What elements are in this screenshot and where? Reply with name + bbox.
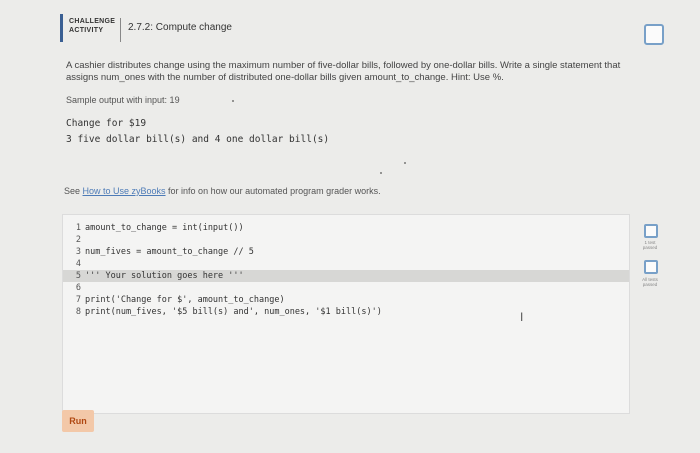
problem-statement: A cashier distributes change using the m… — [66, 60, 621, 83]
test-status-label: All tests passed — [642, 277, 658, 287]
test-checkbox-icon — [644, 260, 658, 274]
code-line[interactable]: 8 print(num_fives, '$5 bill(s) and', num_… — [63, 306, 629, 318]
run-button[interactable]: Run — [62, 410, 94, 432]
sample-output-line: 3 five dollar bill(s) and 4 one dollar b… — [66, 134, 330, 145]
code-line-editable[interactable]: 5 ''' Your solution goes here ''' — [63, 270, 629, 282]
completion-checkbox-icon — [644, 24, 664, 45]
speck — [232, 100, 234, 102]
code-line[interactable]: 6 — [63, 282, 629, 294]
speck — [380, 172, 382, 174]
badge-line2: ACTIVITY — [69, 27, 104, 34]
test-status-label: 1 test passed — [642, 240, 658, 250]
code-line[interactable]: 3 num_fives = amount_to_change // 5 — [63, 246, 629, 258]
activity-title: 2.7.2: Compute change — [128, 22, 232, 33]
how-to-use-zybooks-link[interactable]: How to Use zyBooks — [83, 186, 166, 196]
text-cursor-icon: I — [520, 310, 524, 324]
sample-output-line: Change for $19 — [66, 118, 147, 129]
sample-output-block: Change for $19 3 five dollar bill(s) and … — [66, 116, 329, 148]
code-line[interactable]: 2 — [63, 234, 629, 246]
header-separator — [120, 18, 121, 42]
code-line[interactable]: 7 print('Change for $', amount_to_change) — [63, 294, 629, 306]
code-line[interactable]: 1 amount_to_change = int(input()) — [63, 222, 629, 234]
test-checkbox-icon — [644, 224, 658, 238]
activity-header: CHALLENGE ACTIVITY 2.7.2: Compute change — [56, 10, 666, 48]
sample-output-label: Sample output with input: 19 — [66, 95, 180, 105]
challenge-activity-badge: CHALLENGE ACTIVITY — [60, 14, 116, 42]
code-line[interactable]: 4 — [63, 258, 629, 270]
code-editor[interactable]: 1 amount_to_change = int(input()) 2 3 num_… — [62, 214, 630, 414]
speck — [404, 162, 406, 164]
badge-line1: CHALLENGE — [69, 18, 116, 25]
grader-info: See How to Use zyBooks for info on how o… — [64, 186, 381, 196]
